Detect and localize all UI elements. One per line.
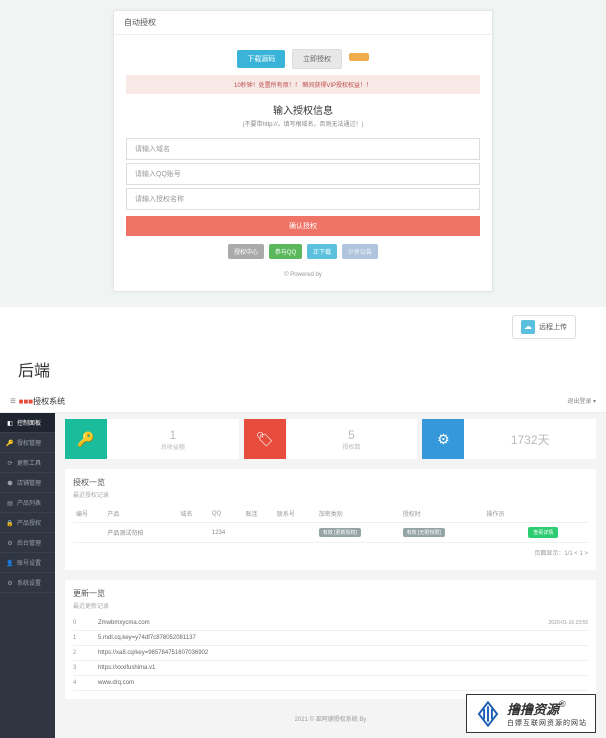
notice-bar: 10秒钟！处置所有烦！！ 瞬间获得VIP授权权益！！ xyxy=(126,75,480,94)
watermark-text: 撸撸资源 xyxy=(507,702,559,717)
list-item: 0Zmwbmxycma.com2020-01-16 23:55 xyxy=(73,616,588,631)
form-title: 输入授权信息 xyxy=(126,102,480,117)
list-item: 2https://xa8.cq/key=985784751607036902 xyxy=(73,646,588,661)
sidebar-item-prodauth[interactable]: 🔒产品授权 xyxy=(0,513,55,533)
watermark: 撸撸资源® 白嫖互联网资源的网站 xyxy=(466,694,596,733)
foot-btn-1[interactable]: 授权中心 xyxy=(228,244,264,259)
brand: ■■■授权系统 xyxy=(19,397,66,406)
sidebar-item-product[interactable]: ▤产品列表 xyxy=(0,493,55,513)
download-button[interactable]: 下载源码 xyxy=(237,50,285,68)
footer-buttons: 授权中心 参与QQ 正下载 少许公告 xyxy=(126,244,480,259)
auth-now-button[interactable]: 立即授权 xyxy=(292,49,342,69)
shop-icon: ⬢ xyxy=(6,480,14,487)
lock-icon: 🔒 xyxy=(6,520,14,527)
update-list-panel: 更新一览 最近更新记录 0Zmwbmxycma.com2020-01-16 23… xyxy=(65,580,596,699)
panel-subtitle: 最近更新记录 xyxy=(73,601,588,610)
remote-upload-button[interactable]: ☁远程上传 xyxy=(512,315,576,339)
card-body: 下载源码 立即授权 10秒钟！处置所有烦！！ 瞬间获得VIP授权权益！！ 输入授… xyxy=(114,35,492,291)
key-icon: 🔑 xyxy=(6,440,14,447)
auth-list-panel: 授权一览 最近授权记录 编号产品域名QQ账连联系号加密类别授权时操作员 产品测试… xyxy=(65,469,596,570)
table-header: 编号产品域名QQ账连联系号加密类别授权时操作员 xyxy=(73,505,588,523)
name-input[interactable]: 请输入授权名称 xyxy=(126,188,480,210)
topbar: ≡ ■■■授权系统 退出登录 ▾ xyxy=(0,391,606,413)
user-icon: 👤 xyxy=(6,560,14,567)
admin-panel: ≡ ■■■授权系统 退出登录 ▾ ◧控制面板 🔑授权管理 ⟳更新工具 ⬢店铺管理… xyxy=(0,391,606,738)
auth-table: 编号产品域名QQ账连联系号加密类别授权时操作员 产品测试勿拍1234有效 [更新… xyxy=(73,505,588,543)
cog-icon: ⚙ xyxy=(6,580,14,587)
auth-form-section: 自动授权 下载源码 立即授权 10秒钟！处置所有烦！！ 瞬间获得VIP授权权益！… xyxy=(0,0,606,307)
main-content: 🔑1总收益额 🏷5授权数 ⚙1732天 授权一览 最近授权记录 编号产品域名QQ… xyxy=(55,391,606,738)
section-title-backend: 后端 xyxy=(0,347,606,391)
refresh-icon: ⟳ xyxy=(6,460,14,467)
upload-row: ☁远程上传 xyxy=(0,307,606,347)
list-item: 4www.drq.com xyxy=(73,676,588,691)
domain-input[interactable]: 请输入域名 xyxy=(126,138,480,160)
pagination[interactable]: 页面显示：1/1 < 1 > xyxy=(73,543,588,562)
domain-list: 0Zmwbmxycma.com2020-01-16 23:55 15.mdl.c… xyxy=(73,616,588,691)
stat-2: 🏷5授权数 xyxy=(244,419,418,459)
form-subtitle: (不要带http://，填写根域名，否则无法通过！) xyxy=(126,119,480,128)
view-detail-button[interactable]: 查看详情 xyxy=(528,527,558,538)
stat-1: 🔑1总收益额 xyxy=(65,419,239,459)
card-title: 自动授权 xyxy=(114,11,492,35)
sidebar-item-shop[interactable]: ⬢店铺管理 xyxy=(0,473,55,493)
sidebar-item-system[interactable]: ⚙系统设置 xyxy=(0,573,55,593)
panel-title: 更新一览 xyxy=(73,588,588,599)
sidebar-item-dashboard[interactable]: ◧控制面板 xyxy=(0,413,55,433)
list-item: 15.mdl.cq.key=y74df7c878052081137 xyxy=(73,631,588,646)
submit-button[interactable]: 确认授权 xyxy=(126,216,480,236)
gear-icon: ⚙ xyxy=(6,540,14,547)
sidebar-item-update[interactable]: ⟳更新工具 xyxy=(0,453,55,473)
sidebar-item-account[interactable]: 👤账号设置 xyxy=(0,553,55,573)
top-buttons: 下载源码 立即授权 xyxy=(126,49,480,69)
stat-3: ⚙1732天 xyxy=(422,419,596,459)
auth-card: 自动授权 下载源码 立即授权 10秒钟！处置所有烦！！ 瞬间获得VIP授权权益！… xyxy=(113,10,493,292)
sidebar-item-auth[interactable]: 🔑授权管理 xyxy=(0,433,55,453)
list-icon: ▤ xyxy=(6,500,14,507)
foot-btn-3[interactable]: 正下载 xyxy=(307,244,337,259)
panel-subtitle: 最近授权记录 xyxy=(73,490,588,499)
watermark-logo-icon xyxy=(475,701,501,727)
qq-input[interactable]: 请输入QQ账号 xyxy=(126,163,480,185)
yellow-button[interactable] xyxy=(349,53,369,61)
stats-row: 🔑1总收益额 🏷5授权数 ⚙1732天 xyxy=(65,419,596,459)
list-item: 3https://xxxifushima.v1 xyxy=(73,661,588,676)
cloud-upload-icon: ☁ xyxy=(521,320,535,334)
sidebar-item-backend[interactable]: ⚙后台管理 xyxy=(0,533,55,553)
foot-btn-2[interactable]: 参与QQ xyxy=(269,244,302,259)
foot-btn-4[interactable]: 少许公告 xyxy=(342,244,378,259)
hamburger-icon[interactable]: ≡ xyxy=(10,396,16,407)
watermark-subtitle: 白嫖互联网资源的网站 xyxy=(507,718,587,728)
key-icon: 🔑 xyxy=(65,419,107,459)
sidebar: ◧控制面板 🔑授权管理 ⟳更新工具 ⬢店铺管理 ▤产品列表 🔒产品授权 ⚙后台管… xyxy=(0,413,55,738)
logout-link[interactable]: 退出登录 ▾ xyxy=(567,391,596,413)
gears-icon: ⚙ xyxy=(422,419,464,459)
powered-by: © Powered by xyxy=(126,267,480,283)
table-row: 产品测试勿拍1234有效 [更新授权]有效 [无限权限]查看详情 xyxy=(73,523,588,543)
panel-title: 授权一览 xyxy=(73,477,588,488)
dashboard-icon: ◧ xyxy=(6,420,14,427)
tag-icon: 🏷 xyxy=(244,419,286,459)
